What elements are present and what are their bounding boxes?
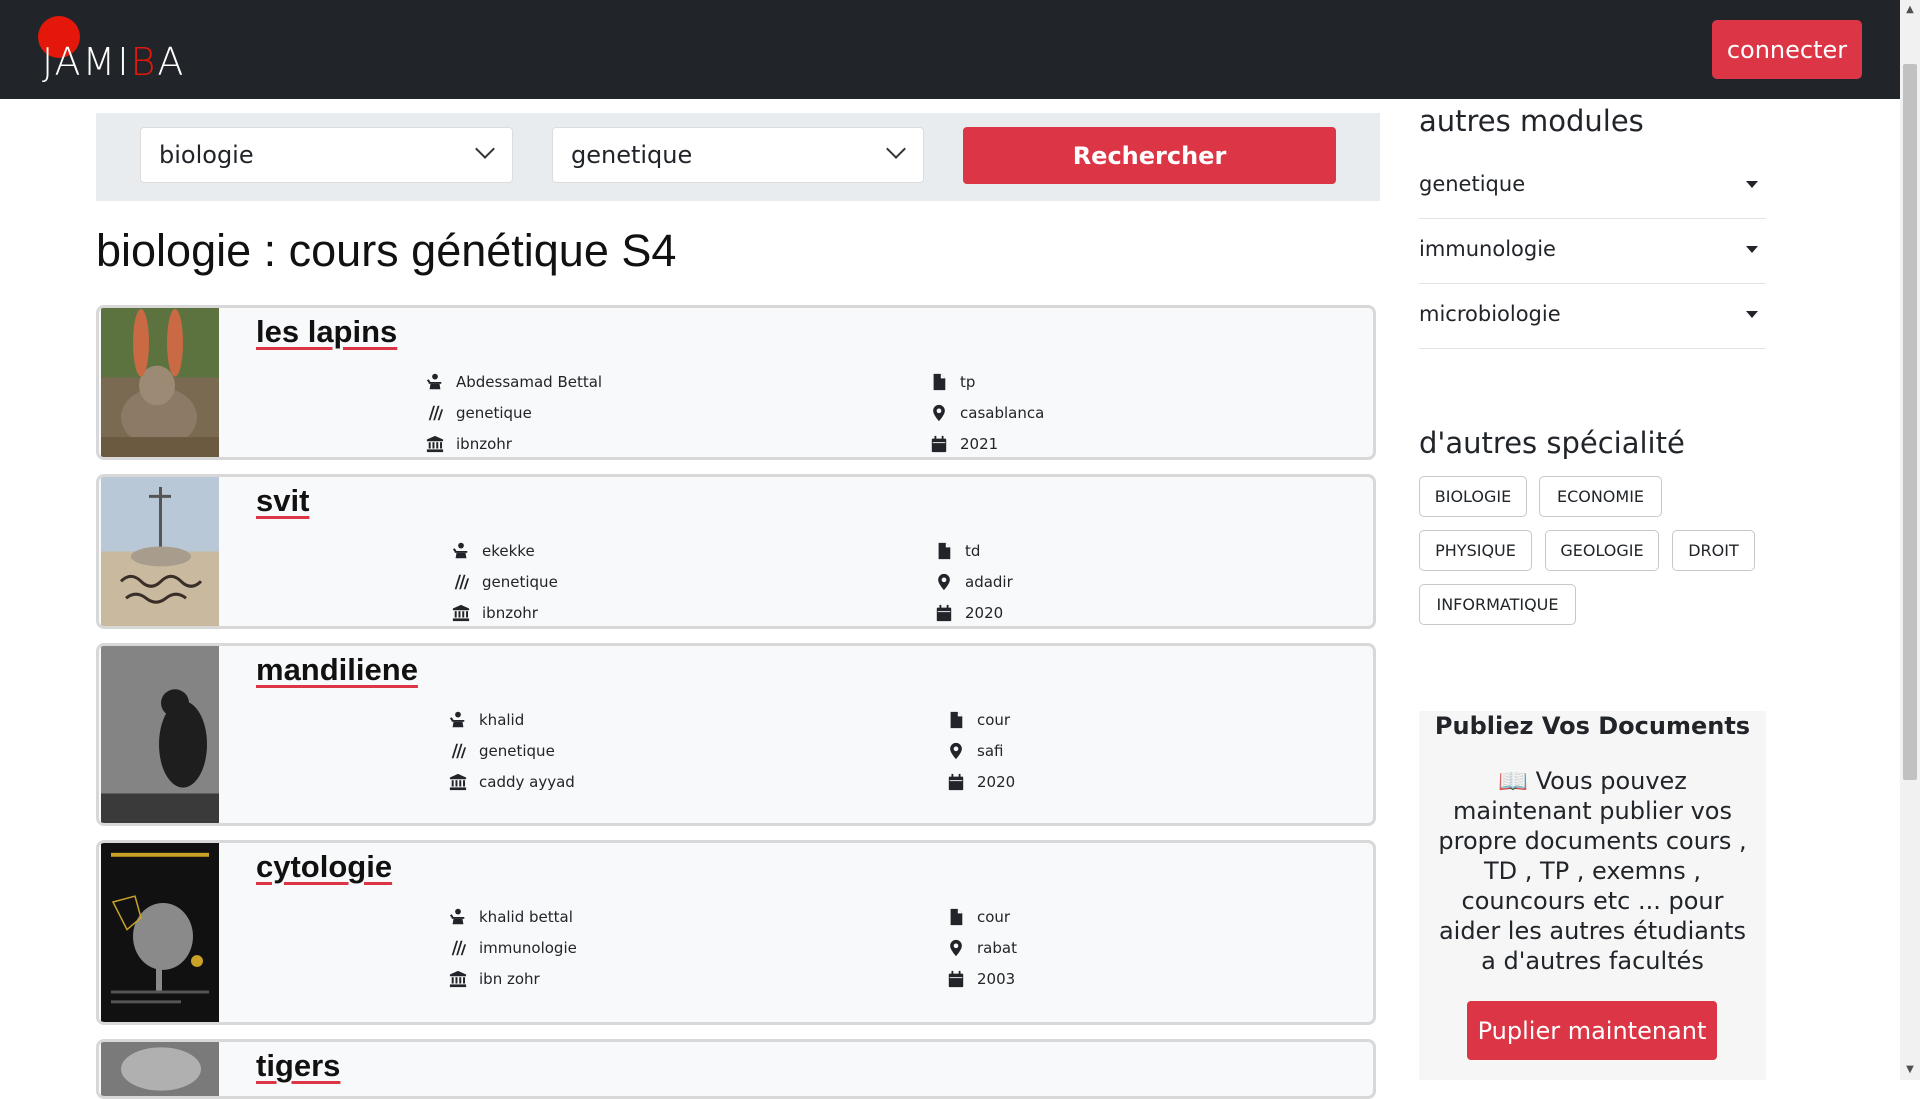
university-icon	[424, 435, 446, 453]
calendar-icon	[945, 773, 967, 791]
location-pin-icon	[928, 404, 950, 422]
module-icon	[447, 742, 469, 760]
specialty-button-droit[interactable]: DROIT	[1672, 530, 1755, 571]
navbar: JAMIBA connecter	[0, 0, 1900, 99]
card-module: immunologie	[447, 939, 577, 957]
page-scrollbar[interactable]: ▲ ▼	[1900, 0, 1920, 1080]
document-card[interactable]: tigers	[96, 1039, 1376, 1099]
specialty-button-biologie[interactable]: BIOLOGIE	[1419, 476, 1527, 517]
publish-panel: Publiez Vos Documents 📖 Vous pouvez main…	[1419, 711, 1766, 1080]
document-card[interactable]: svit ekekke genetique ibnzohr td adadir …	[96, 474, 1376, 629]
location-pin-icon	[945, 742, 967, 760]
specialty-button-informatique[interactable]: INFORMATIQUE	[1419, 584, 1576, 625]
teacher-icon	[450, 542, 472, 560]
publish-title: Publiez Vos Documents	[1434, 712, 1751, 740]
scroll-down-arrow-icon[interactable]: ▼	[1900, 1060, 1920, 1080]
card-title[interactable]: svit	[256, 483, 309, 519]
card-thumbnail	[101, 308, 219, 457]
teacher-icon	[424, 373, 446, 391]
teacher-icon	[447, 908, 469, 926]
card-title[interactable]: les lapins	[256, 314, 397, 350]
card-type: cour	[945, 908, 1010, 926]
module-icon	[447, 939, 469, 957]
card-year: 2021	[928, 435, 998, 453]
specialty-button-physique[interactable]: PHYSIQUE	[1419, 530, 1532, 571]
file-icon	[945, 711, 967, 729]
location-pin-icon	[933, 573, 955, 591]
university-icon	[447, 970, 469, 988]
book-icon: 📖	[1498, 767, 1528, 795]
card-city: casablanca	[928, 404, 1044, 422]
scrollbar-thumb[interactable]	[1903, 64, 1917, 780]
card-city: rabat	[945, 939, 1017, 957]
module-icon	[450, 573, 472, 591]
specialty-select-value: biologie	[159, 141, 254, 169]
caret-down-icon	[1746, 311, 1758, 318]
card-module: genetique	[424, 404, 532, 422]
specialty-button-geologie[interactable]: GEOLOGIE	[1545, 530, 1659, 571]
card-title[interactable]: tigers	[256, 1048, 340, 1084]
card-type: tp	[928, 373, 975, 391]
card-title[interactable]: mandiliene	[256, 652, 418, 688]
module-item-genetique[interactable]: genetique	[1419, 154, 1766, 219]
chevron-down-icon	[475, 139, 495, 159]
card-year: 2020	[933, 604, 1003, 622]
search-bar: biologie genetique Rechercher	[96, 113, 1380, 201]
calendar-icon	[945, 970, 967, 988]
card-module: genetique	[447, 742, 555, 760]
page-title: biologie : cours génétique S4	[96, 225, 677, 276]
document-card[interactable]: cytologie khalid bettal immunologie ibn …	[96, 840, 1376, 1025]
calendar-icon	[933, 604, 955, 622]
teacher-icon	[447, 711, 469, 729]
caret-down-icon	[1746, 181, 1758, 188]
university-icon	[447, 773, 469, 791]
scroll-up-arrow-icon[interactable]: ▲	[1900, 0, 1920, 20]
module-item-microbiologie[interactable]: microbiologie	[1419, 284, 1766, 349]
document-card[interactable]: mandiliene khalid genetique caddy ayyad …	[96, 643, 1376, 826]
module-icon	[424, 404, 446, 422]
card-school: caddy ayyad	[447, 773, 575, 791]
publish-now-button[interactable]: Puplier maintenant	[1467, 1001, 1717, 1060]
module-select[interactable]: genetique	[552, 127, 924, 183]
card-city: adadir	[933, 573, 1013, 591]
card-author: khalid bettal	[447, 908, 573, 926]
card-thumbnail	[101, 1042, 219, 1096]
chevron-down-icon	[886, 139, 906, 159]
card-title[interactable]: cytologie	[256, 849, 392, 885]
card-author: ekekke	[450, 542, 535, 560]
caret-down-icon	[1746, 246, 1758, 253]
connect-button[interactable]: connecter	[1712, 20, 1862, 79]
card-thumbnail	[101, 477, 219, 626]
card-type: cour	[945, 711, 1010, 729]
search-button[interactable]: Rechercher	[963, 127, 1336, 184]
card-year: 2003	[945, 970, 1015, 988]
brand-logo[interactable]: JAMIBA	[36, 14, 216, 84]
file-icon	[933, 542, 955, 560]
card-author: khalid	[447, 711, 524, 729]
card-year: 2020	[945, 773, 1015, 791]
university-icon	[450, 604, 472, 622]
card-thumbnail	[101, 843, 219, 1022]
card-school: ibn zohr	[447, 970, 540, 988]
specialties-heading: d'autres spécialité	[1419, 426, 1685, 460]
card-school: ibnzohr	[424, 435, 512, 453]
document-card[interactable]: les lapins Abdessamad Bettal genetique i…	[96, 305, 1376, 460]
card-city: safi	[945, 742, 1003, 760]
card-school: ibnzohr	[450, 604, 538, 622]
file-icon	[945, 908, 967, 926]
card-module: genetique	[450, 573, 558, 591]
publish-text: 📖 Vous pouvez maintenant publier vos pro…	[1438, 767, 1747, 975]
card-thumbnail	[101, 646, 219, 823]
calendar-icon	[928, 435, 950, 453]
specialty-button-economie[interactable]: ECONOMIE	[1539, 476, 1662, 517]
module-select-value: genetique	[571, 141, 693, 169]
module-item-immunologie[interactable]: immunologie	[1419, 219, 1766, 284]
location-pin-icon	[945, 939, 967, 957]
specialty-select[interactable]: biologie	[140, 127, 513, 183]
file-icon	[928, 373, 950, 391]
card-author: Abdessamad Bettal	[424, 373, 602, 391]
card-type: td	[933, 542, 980, 560]
modules-heading: autres modules	[1419, 104, 1644, 138]
